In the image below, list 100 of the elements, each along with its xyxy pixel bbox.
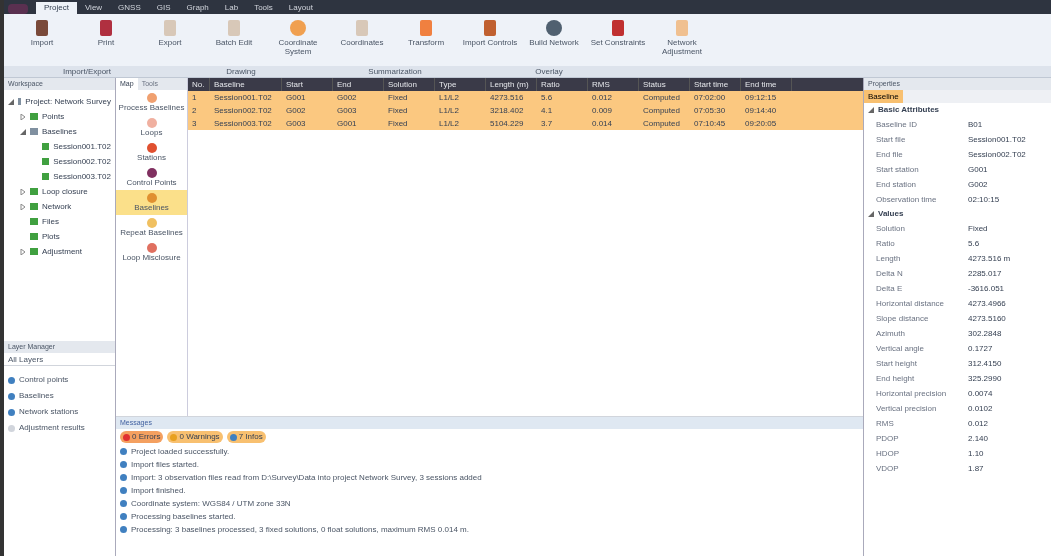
ribbon-button[interactable]: Coordinate System	[268, 18, 328, 56]
layer-item[interactable]: Baselines	[19, 390, 54, 402]
layer-item[interactable]: Network stations	[19, 406, 79, 418]
table-cell-text: L1/L2	[438, 92, 461, 104]
property-name: Start file	[876, 133, 907, 146]
property-value: 4273.516 m	[968, 252, 1011, 265]
property-value: 2.140	[968, 432, 989, 445]
tree-item[interactable]: Baselines	[42, 125, 77, 138]
tool-item[interactable]: Loops	[116, 115, 187, 140]
message-text: Project loaded successfully.	[131, 445, 230, 458]
ribbon-button[interactable]: Print	[76, 18, 136, 47]
tree-item[interactable]: Session001.T02	[53, 140, 111, 153]
ribbon-tab[interactable]: GNSS	[110, 2, 149, 14]
layer-dropdown[interactable]: All Layers	[4, 353, 115, 366]
grid-row[interactable]: 3 Session003.T02 G003 G001 Fixed L1/L2 5104.229 3.7 0.014 Computed 07:10:45 09:20:05	[188, 117, 863, 130]
expander-icon[interactable]	[20, 113, 26, 120]
table-cell-text: 09:14:40	[744, 105, 778, 117]
visibility-icon[interactable]	[8, 376, 15, 384]
tree-item[interactable]: Loop closure	[42, 185, 88, 198]
visibility-icon[interactable]	[8, 408, 15, 416]
properties-tab[interactable]: Baseline	[864, 90, 903, 103]
table-cell-text: Session002.T02	[213, 105, 273, 117]
property-value: 0.012	[968, 417, 989, 430]
filter-button[interactable]: 0 Warnings	[167, 431, 223, 443]
ribbon-button[interactable]: Coordinates	[332, 18, 392, 47]
table-cell-text: Computed	[642, 118, 681, 130]
visibility-icon[interactable]	[8, 392, 15, 400]
group-title: Basic Attributes	[878, 104, 940, 116]
table-cell-text: G002	[336, 92, 358, 104]
tool-item[interactable]: Repeat Baselines	[116, 215, 187, 240]
ribbon-tab[interactable]: Lab	[216, 2, 247, 14]
tree-item[interactable]: Network	[42, 200, 72, 213]
table-cell-text: 07:02:00	[693, 92, 727, 104]
property-value: 4273.5160	[968, 312, 1006, 325]
table-cell-text: 07:10:45	[693, 118, 727, 130]
ribbon-button[interactable]: Batch Edit	[204, 18, 264, 47]
expander-icon[interactable]	[20, 188, 26, 195]
property-value: 302.2848	[968, 327, 1002, 340]
expander-icon[interactable]	[868, 107, 874, 113]
table-cell-text: 3218.402	[489, 105, 525, 117]
tree-item[interactable]: Session003.T02	[53, 170, 111, 183]
grid-row[interactable]: 2 Session002.T02 G002 G003 Fixed L1/L2 3218.402 4.1 0.009 Computed 07:05:30 09:14:40	[188, 104, 863, 117]
tree-item[interactable]: Plots	[42, 230, 60, 243]
expander-icon[interactable]	[20, 128, 26, 135]
ribbon-tab[interactable]: GIS	[148, 2, 179, 14]
ribbon-tab[interactable]: Graph	[178, 2, 217, 14]
ribbon-button[interactable]: Network Adjustment	[652, 18, 712, 56]
property-name: Start height	[876, 357, 918, 370]
property-name: Start station	[876, 163, 920, 176]
table-cell-text: 5104.229	[489, 118, 525, 130]
layer-item[interactable]: Adjustment results	[19, 422, 85, 434]
ribbon-button[interactable]: Export	[140, 18, 200, 47]
ribbon-group-label: Import/Export	[62, 66, 112, 77]
message-text: Processing baselines started.	[131, 510, 236, 523]
property-name: End station	[876, 178, 918, 191]
tool-item[interactable]: Baselines	[116, 190, 187, 215]
property-name: Delta E	[876, 282, 904, 295]
tool-item[interactable]: Stations	[116, 140, 187, 165]
grid-row[interactable]: 1 Session001.T02 G001 G002 Fixed L1/L2 4273.516 5.6 0.012 Computed 07:02:00 09:12:15	[188, 91, 863, 104]
table-cell-text: 07:05:30	[693, 105, 727, 117]
property-value: Session002.T02	[968, 148, 1026, 161]
tool-item[interactable]: Control Points	[116, 165, 187, 190]
property-name: Slope distance	[876, 312, 930, 325]
tree-item[interactable]: Adjustment	[42, 245, 83, 258]
ribbon-tab[interactable]: Layout	[280, 2, 321, 14]
layer-item[interactable]: Control points	[19, 374, 69, 386]
ribbon-button[interactable]: Import Controls	[460, 18, 520, 47]
property-value: -3616.051	[968, 282, 1005, 295]
tool-item[interactable]: Process Baselines	[116, 90, 187, 115]
property-value: 0.1727	[968, 342, 993, 355]
ribbon-button[interactable]: Transform	[396, 18, 456, 47]
table-cell-text: G001	[285, 92, 307, 104]
table-cell-text: 3	[191, 118, 198, 130]
property-name: HDOP	[876, 447, 901, 460]
table-cell-text: G002	[285, 105, 307, 117]
tree-item[interactable]: Session002.T02	[53, 155, 111, 168]
table-cell-text: 3.7	[540, 118, 554, 130]
expander-icon[interactable]	[20, 203, 26, 210]
table-cell-text: L1/L2	[438, 105, 461, 117]
expander-icon[interactable]	[8, 98, 14, 105]
expander-icon[interactable]	[868, 211, 874, 217]
table-cell-text: Computed	[642, 92, 681, 104]
table-cell-text: Session001.T02	[213, 92, 273, 104]
table-cell-text: 09:12:15	[744, 92, 778, 104]
ribbon-tab[interactable]: Tools	[246, 2, 281, 14]
tool-item[interactable]: Loop Misclosure	[116, 240, 187, 265]
ribbon-button[interactable]: Build Network	[524, 18, 584, 47]
table-cell-text: Fixed	[387, 118, 409, 130]
expander-icon[interactable]	[20, 248, 26, 255]
tree-item[interactable]: Project: Network Survey	[25, 95, 111, 108]
ribbon-button[interactable]: Set Constraints	[588, 18, 648, 47]
filter-button[interactable]: 7 Infos	[226, 431, 266, 443]
ribbon-tab[interactable]: Project	[36, 2, 77, 14]
ribbon-button[interactable]: Import	[12, 18, 72, 47]
tree-item[interactable]: Files	[42, 215, 59, 228]
property-value: 1.87	[968, 462, 984, 475]
table-cell-text: L1/L2	[438, 118, 461, 130]
filter-button[interactable]: 0 Errors	[120, 431, 164, 443]
tree-item[interactable]: Points	[42, 110, 65, 123]
ribbon-tab[interactable]: View	[76, 2, 111, 14]
